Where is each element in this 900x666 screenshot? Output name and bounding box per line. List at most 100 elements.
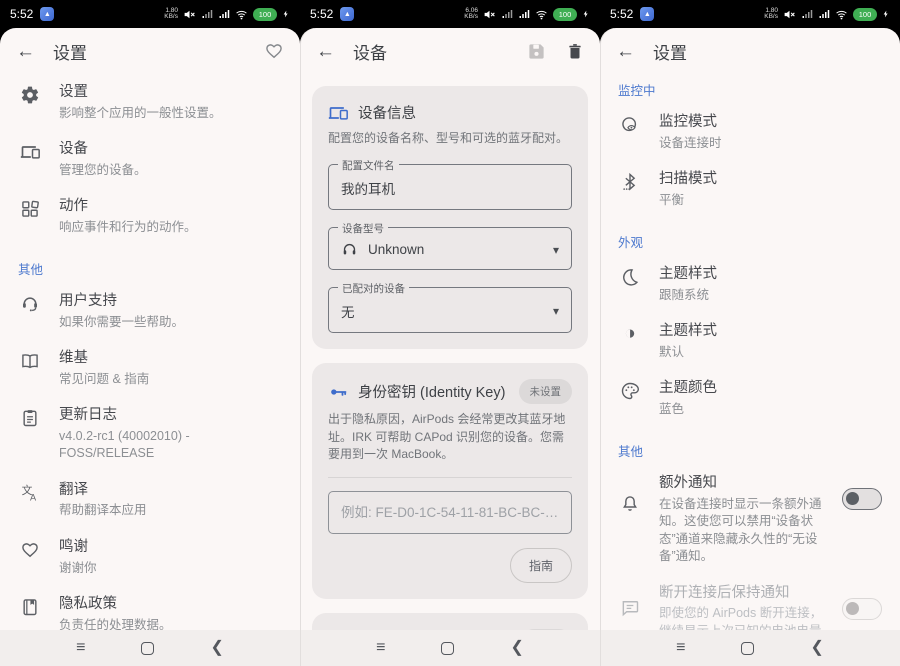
battery-indicator: 100 — [853, 8, 877, 21]
device-editor: 设备信息 配置您的设备名称、型号和可选的蓝牙配对。 配置文件名 我的耳机 设备型… — [300, 74, 600, 630]
changelog-icon — [20, 408, 40, 428]
devices-icon — [20, 142, 40, 162]
field-label: 已配对的设备 — [338, 281, 409, 296]
signal-sim2-icon — [818, 8, 830, 20]
toggle-knob — [846, 602, 859, 615]
capod-app-icon: ▲ — [340, 7, 354, 21]
sponsor-heart-icon[interactable] — [264, 41, 284, 61]
battery-indicator: 100 — [553, 8, 577, 21]
battery-indicator: 100 — [253, 8, 277, 21]
list-item-privacy-policy[interactable]: 隐私政策负责任的处理数据。 — [0, 586, 300, 630]
nav-recents-icon[interactable]: ≡ — [376, 640, 385, 656]
nav-recents-icon[interactable]: ≡ — [676, 640, 685, 656]
moon-icon — [620, 267, 640, 287]
sound-muted-icon — [783, 8, 796, 21]
android-nav-bar: ≡ ❮ — [0, 630, 300, 666]
paired-device-dropdown[interactable]: 已配对的设备 无 ▾ — [328, 287, 572, 333]
field-value: Unknown — [368, 242, 424, 257]
toggle-knob — [846, 492, 859, 505]
widgets-icon — [20, 199, 40, 219]
net-speed-indicator: 1.80KB/s — [164, 8, 178, 21]
chat-icon — [620, 598, 640, 618]
card-title: 身份密钥 (Identity Key) — [358, 381, 505, 402]
app-bar: ← 设置 — [600, 28, 900, 74]
nav-back-icon[interactable]: ❮ — [810, 640, 823, 656]
list-item-general-settings[interactable]: 设置影响整个应用的一般性设置。 — [0, 74, 300, 131]
android-nav-bar: ≡ ❮ — [600, 630, 900, 666]
nav-back-icon[interactable]: ❮ — [510, 640, 523, 656]
identity-key-input[interactable] — [328, 491, 572, 534]
sound-muted-icon — [483, 8, 496, 21]
identity-key-card: 身份密钥 (Identity Key) 未设置 出于隐私原因，AirPods 会… — [312, 363, 588, 598]
net-speed-indicator: 1.80KB/s — [764, 8, 778, 21]
save-icon[interactable] — [527, 42, 546, 61]
back-icon[interactable]: ← — [316, 42, 335, 61]
net-speed-indicator: 6.06KB/s — [464, 8, 478, 21]
capod-app-icon: ▲ — [40, 7, 54, 21]
keep-notification-toggle — [842, 598, 882, 620]
clock: 5:52 — [10, 7, 33, 21]
list-item-extra-notification[interactable]: 额外通知在设备连接时显示一条额外通知。这使您可以禁用“设备状态”通道来隐藏永久性… — [600, 465, 900, 575]
encryption-key-card: 加密密钥 (Encryption Key) 未设置 AirPods 会发送状态消… — [312, 613, 588, 630]
list-item-translate[interactable]: 文A 翻译帮助翻译本应用 — [0, 472, 300, 529]
signal-sim1-icon — [501, 8, 513, 20]
guide-button[interactable]: 指南 — [510, 548, 572, 583]
list-item-support[interactable]: 用户支持如果你需要一些帮助。 — [0, 283, 300, 340]
nav-back-icon[interactable]: ❮ — [210, 640, 223, 656]
field-label: 设备型号 — [338, 221, 388, 236]
list-item-acknowledgements[interactable]: 鸣谢谢谢你 — [0, 529, 300, 586]
policy-icon — [20, 597, 40, 617]
key-icon — [328, 382, 348, 402]
list-item-actions[interactable]: 动作响应事件和行为的动作。 — [0, 188, 300, 245]
profile-name-field[interactable]: 配置文件名 我的耳机 — [328, 164, 572, 210]
section-header-appearance: 外观 — [600, 218, 900, 256]
list-item-monitor-mode[interactable]: 监控模式设备连接时 — [600, 104, 900, 161]
page-title: 设备 — [353, 39, 509, 64]
field-label: 配置文件名 — [338, 158, 399, 173]
chevron-down-icon: ▾ — [553, 243, 559, 257]
nav-home-icon[interactable] — [441, 642, 454, 655]
list-item-scan-mode[interactable]: 扫描模式平衡 — [600, 161, 900, 218]
list-item-theme-color[interactable]: 主题颜色蓝色 — [600, 370, 900, 427]
signal-sim1-icon — [201, 8, 213, 20]
list-item-theme-mode[interactable]: 主题样式跟随系统 — [600, 256, 900, 313]
page-title: 设置 — [53, 39, 246, 64]
back-icon[interactable]: ← — [616, 42, 635, 61]
app-bar: ← 设备 — [300, 28, 600, 74]
app-bar: ← 设置 — [0, 28, 300, 74]
status-badge: 未设置 — [519, 379, 573, 404]
card-title: 设备信息 — [358, 102, 416, 123]
bell-icon — [620, 494, 640, 514]
book-icon — [20, 351, 40, 371]
list-item-devices[interactable]: 设备管理您的设备。 — [0, 131, 300, 188]
nav-home-icon[interactable] — [741, 642, 754, 655]
divider — [328, 477, 572, 478]
contrast-icon: ◑ — [624, 324, 635, 343]
section-header-monitoring: 监控中 — [600, 74, 900, 104]
nav-home-icon[interactable] — [141, 642, 154, 655]
device-info-card: 设备信息 配置您的设备名称、型号和可选的蓝牙配对。 配置文件名 我的耳机 设备型… — [312, 86, 588, 349]
three-screen-collage: 5:52 ▲ 1.80KB/s 100 ← 设置 — [0, 0, 900, 666]
wifi-icon — [235, 8, 248, 21]
back-icon[interactable]: ← — [16, 42, 35, 61]
clock: 5:52 — [610, 7, 633, 21]
status-bar: 5:52 ▲ 1.80KB/s 100 — [0, 0, 300, 28]
charging-bolt-icon — [582, 8, 590, 20]
status-bar: 5:52 ▲ 6.06KB/s 100 — [300, 0, 600, 28]
capod-app-icon: ▲ — [640, 7, 654, 21]
delete-icon[interactable] — [566, 42, 584, 60]
nav-recents-icon[interactable]: ≡ — [76, 640, 85, 656]
app-surface: ← 设备 设备信息 配置您的设备名称、型号和可选的蓝牙配对。 配置文件名 — [300, 28, 600, 630]
field-value: 我的耳机 — [341, 178, 395, 198]
settings-list: 设置影响整个应用的一般性设置。 设备管理您的设备。 动作响应事件和行为的动作。 … — [0, 74, 300, 630]
charging-bolt-icon — [282, 8, 290, 20]
list-item-wiki[interactable]: 维基常见问题 & 指南 — [0, 340, 300, 397]
sound-muted-icon — [183, 8, 196, 21]
extra-notification-toggle[interactable] — [842, 488, 882, 510]
app-surface: ← 设置 监控中 监控模式设备连接时 扫描模式平衡 外观 主题样式跟随系统 — [600, 28, 900, 630]
device-model-dropdown[interactable]: 设备型号 Unknown ▾ — [328, 227, 572, 270]
status-bar: 5:52 ▲ 1.80KB/s 100 — [600, 0, 900, 28]
list-item-theme-style[interactable]: ◑ 主题样式默认 — [600, 313, 900, 370]
field-value: 无 — [341, 301, 355, 321]
list-item-changelog[interactable]: 更新日志v4.0.2-rc1 (40002010) - FOSS/RELEASE — [0, 397, 300, 472]
